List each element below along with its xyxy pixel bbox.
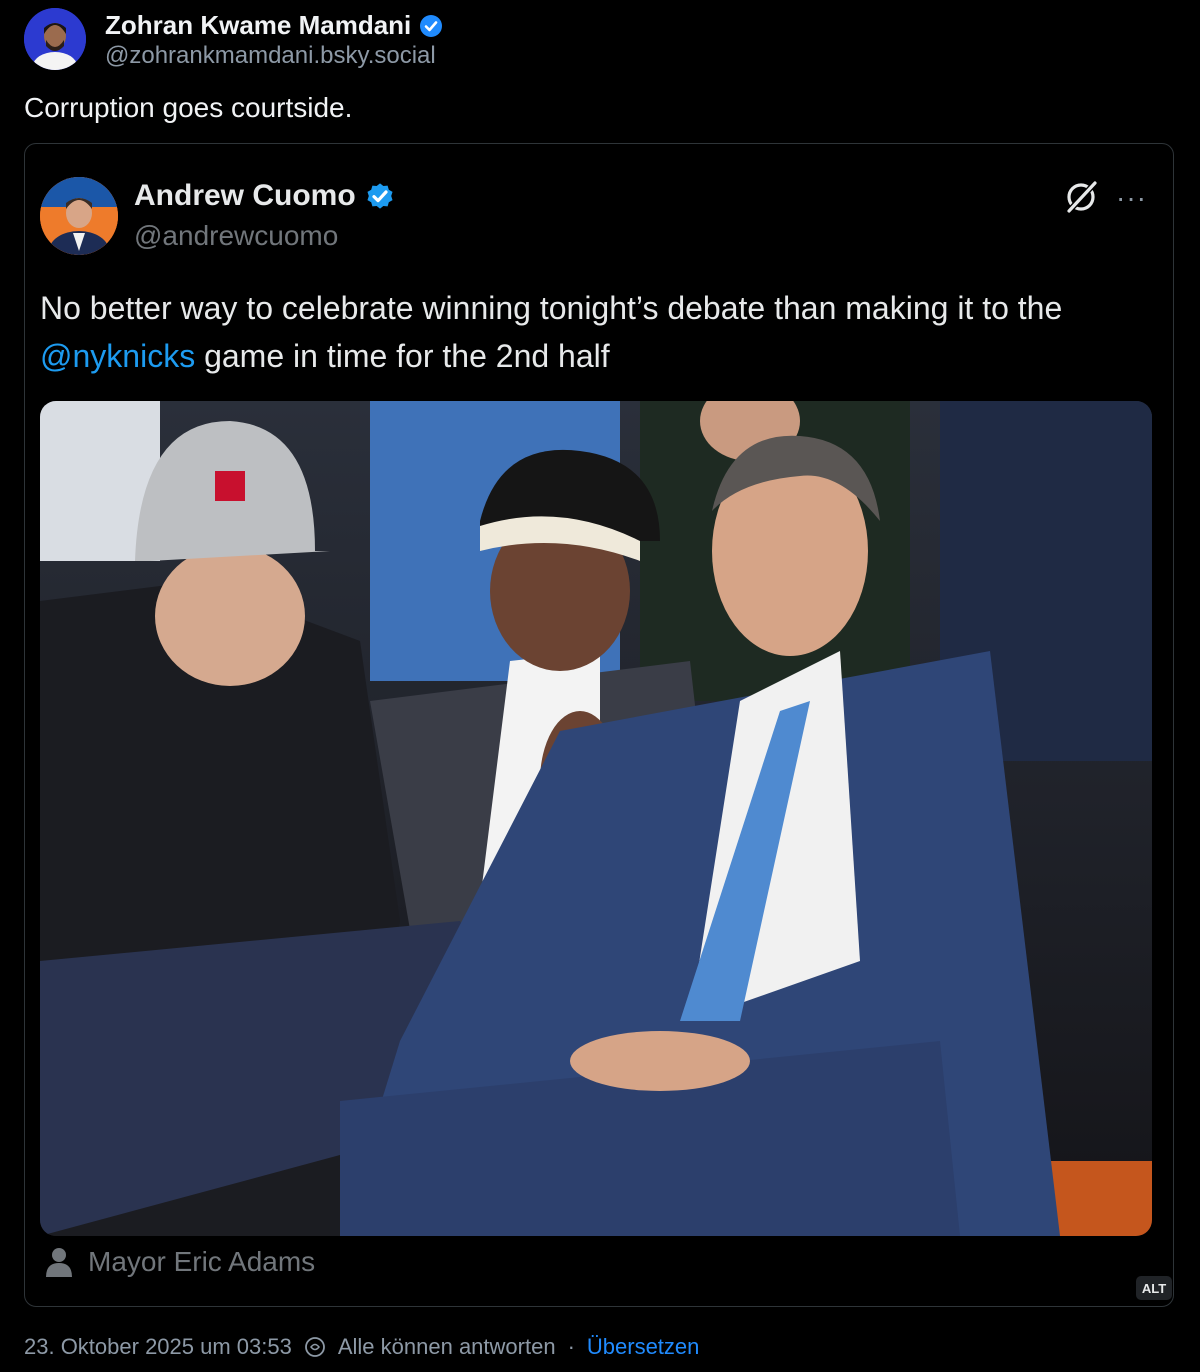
- embedded-photo[interactable]: [40, 401, 1152, 1236]
- reply-restriction-icon: [304, 1337, 325, 1357]
- post-text: Corruption goes courtside.: [24, 92, 353, 123]
- embed-text-before: No better way to celebrate winning tonig…: [40, 290, 1063, 326]
- more-options-icon[interactable]: ···: [1116, 182, 1147, 214]
- grok-icon[interactable]: [1062, 178, 1100, 216]
- embed-text-after: game in time for the 2nd half: [195, 338, 610, 374]
- verified-badge-icon: [420, 14, 443, 37]
- embed-author-name-text: Andrew Cuomo: [134, 179, 356, 212]
- author-name[interactable]: Zohran Kwame Mamdani: [105, 10, 443, 41]
- author-name-text: Zohran Kwame Mamdani: [105, 10, 412, 40]
- embed-post-text: No better way to celebrate winning tonig…: [40, 284, 1160, 380]
- post-timestamp[interactable]: 23. Oktober 2025 um 03:53: [24, 1334, 292, 1360]
- avatar-photo-icon: [24, 8, 86, 70]
- alt-text-button[interactable]: ALT: [1136, 1276, 1172, 1300]
- embed-author-handle[interactable]: @andrewcuomo: [134, 220, 338, 252]
- embed-avatar-photo-icon: [40, 177, 118, 255]
- mention-link[interactable]: @nyknicks: [40, 338, 195, 374]
- photo-tag-label: Mayor Eric Adams: [88, 1246, 316, 1277]
- author-avatar[interactable]: [24, 8, 86, 70]
- courtside-photo-image: [40, 401, 1152, 1236]
- translate-link[interactable]: Übersetzen: [587, 1334, 700, 1360]
- embed-author-name[interactable]: Andrew Cuomo: [134, 179, 396, 213]
- embed-author-avatar[interactable]: [40, 177, 118, 255]
- verified-badge-icon: [367, 183, 393, 209]
- footer-separator: ·: [567, 1334, 575, 1359]
- post-footer: 23. Oktober 2025 um 03:53 Alle können an…: [24, 1334, 699, 1360]
- author-handle[interactable]: @zohrankmamdani.bsky.social: [105, 42, 436, 70]
- person-icon: [46, 1248, 72, 1277]
- reply-setting[interactable]: Alle können antworten: [338, 1334, 556, 1360]
- photo-tag[interactable]: Mayor Eric Adams: [44, 1246, 315, 1278]
